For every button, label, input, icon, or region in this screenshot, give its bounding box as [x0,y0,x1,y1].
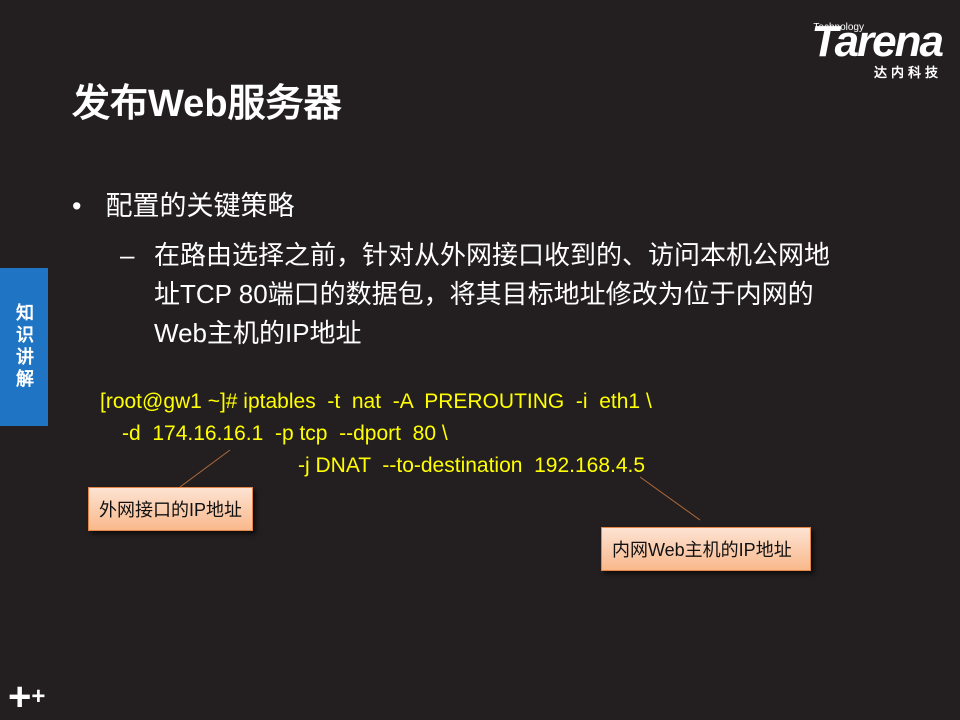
callout-line-1 [179,449,231,488]
callout-lines [179,449,701,521]
callout-external-ip: 外网接口的IP地址 [88,487,254,531]
callout-line-2 [639,476,701,521]
plus-icon: ++ [8,675,46,719]
callout-internal-ip: 内网Web主机的IP地址 [601,527,811,571]
